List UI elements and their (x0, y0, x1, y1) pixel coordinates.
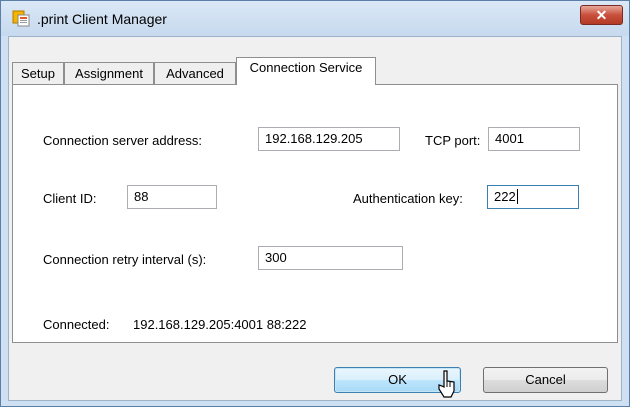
print-app-icon (12, 10, 30, 27)
tab-assignment[interactable]: Assignment (64, 62, 154, 84)
tab-setup[interactable]: Setup (12, 62, 64, 84)
window-title: .print Client Manager (37, 11, 167, 27)
connection-service-panel: Connection server address: 192.168.129.2… (12, 84, 618, 343)
close-icon: ✕ (595, 7, 608, 23)
retry-interval-field[interactable]: 300 (258, 246, 403, 270)
auth-key-label: Authentication key: (353, 191, 463, 206)
cancel-button[interactable]: Cancel (483, 367, 608, 393)
retry-interval-label: Connection retry interval (s): (43, 252, 207, 267)
dialog-window: .print Client Manager ✕ Setup Assignment… (0, 0, 630, 407)
status-value: 192.168.129.205:4001 88:222 (133, 317, 307, 332)
text-caret (516, 189, 518, 204)
auth-key-field[interactable]: 222 (487, 185, 579, 209)
status-label: Connected: (43, 317, 110, 332)
auth-key-value: 222 (494, 189, 516, 204)
tab-advanced[interactable]: Advanced (154, 62, 236, 84)
server-address-field[interactable]: 192.168.129.205 (258, 127, 400, 151)
tcp-port-field[interactable]: 4001 (488, 127, 580, 151)
mouse-pointer-icon (438, 370, 455, 398)
client-id-field[interactable]: 88 (127, 185, 217, 209)
title-bar[interactable]: .print Client Manager ✕ (1, 1, 629, 36)
tcp-port-label: TCP port: (425, 133, 481, 148)
client-id-label: Client ID: (43, 191, 97, 206)
close-button[interactable]: ✕ (580, 5, 623, 25)
tab-connection-service[interactable]: Connection Service (236, 57, 376, 85)
dialog-client-area: Setup Assignment Advanced Connection Ser… (8, 36, 622, 401)
server-address-label: Connection server address: (43, 133, 202, 148)
